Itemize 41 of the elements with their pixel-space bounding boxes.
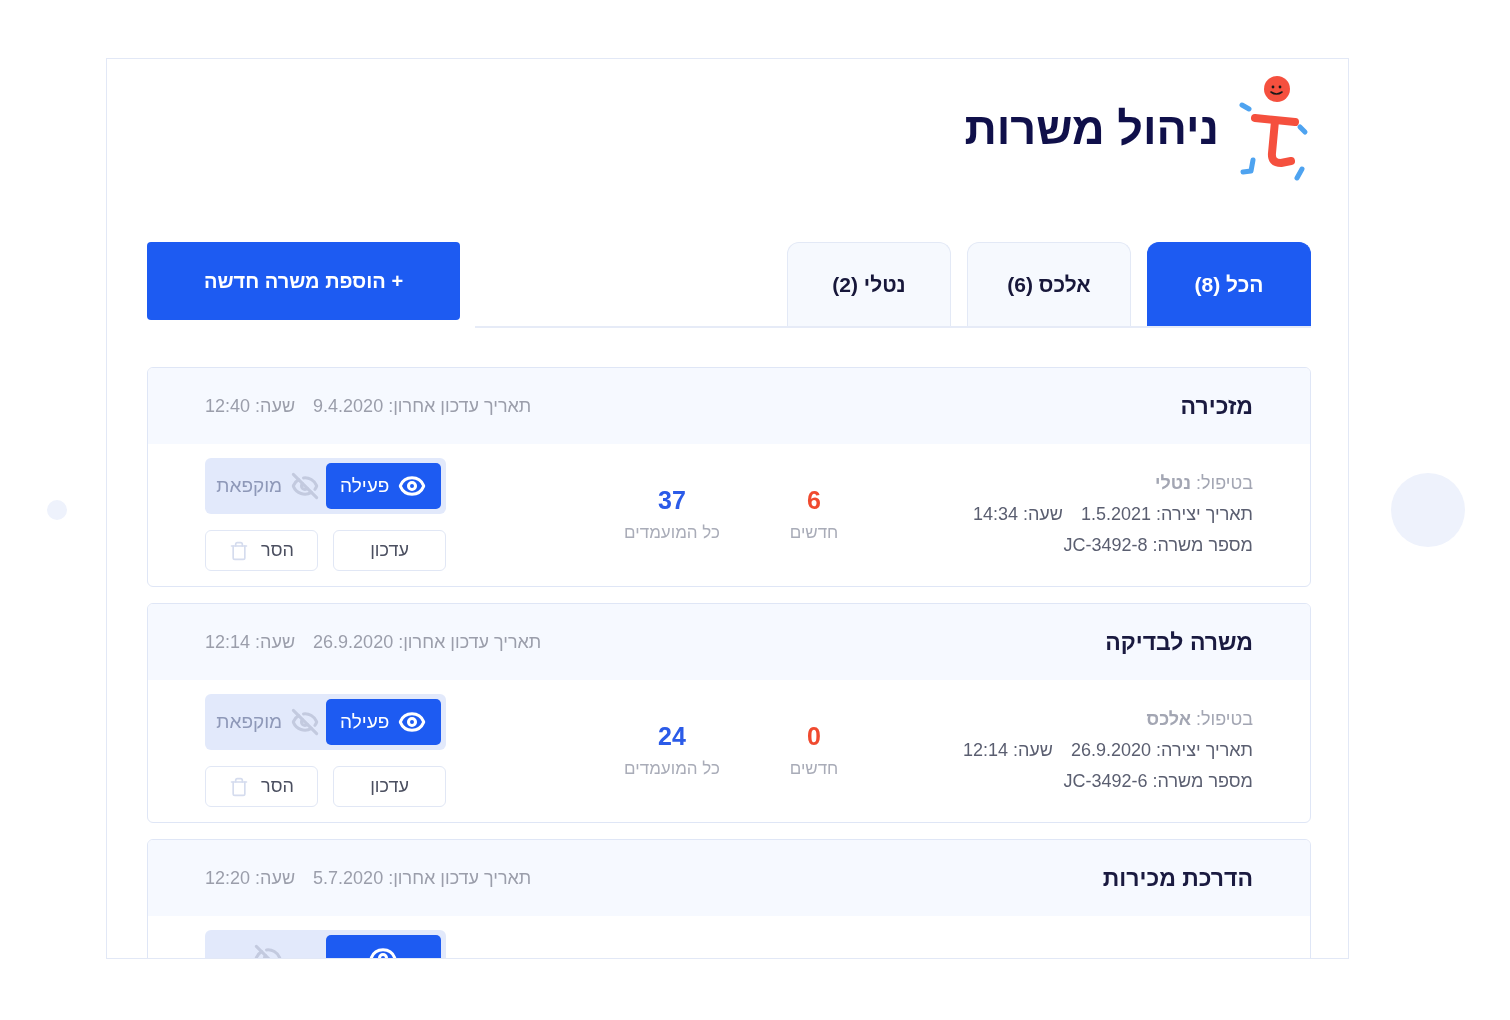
status-option[interactable]: פעילה <box>325 463 441 509</box>
crossed-eye-icon <box>291 708 320 736</box>
assignee-text: בטיפול: אלכס <box>1145 708 1253 731</box>
filter-tab[interactable]: אלכס (6) <box>967 242 1131 326</box>
assignee-text: בטיפול: נטלי <box>1154 472 1253 495</box>
stat-value: 24 <box>658 722 686 751</box>
logo-icon <box>1239 75 1309 183</box>
update-time-text: שעה: 12:14 <box>205 631 296 653</box>
stat-label: חדשים <box>789 523 839 543</box>
crossed-eye-icon <box>291 472 320 500</box>
job-number-text: מספר משרה: JC-3492-8 <box>1062 534 1253 557</box>
creation-time-text: שעה: 14:34 <box>972 503 1063 526</box>
last-update-text: תאריך עדכון אחרון: 26.9.2020 <box>313 631 542 653</box>
trash-icon <box>229 540 250 561</box>
creation-date-text: תאריך יצירה: 26.9.2020 <box>1071 739 1253 762</box>
stat-label: כל המועמדים <box>624 523 720 543</box>
job-title: הדרכת מכירות <box>1102 864 1253 892</box>
update-time-text: שעה: 12:40 <box>205 395 296 417</box>
stat-label: כל המועמדים <box>624 759 720 779</box>
edit-button[interactable]: עדכון <box>333 530 446 571</box>
stat-value: 6 <box>807 486 821 515</box>
creation-date-text: תאריך יצירה: 1.5.2021 <box>1081 503 1253 526</box>
filter-tab[interactable]: הכל (8) <box>1147 242 1311 326</box>
remove-button[interactable]: הסר <box>205 530 318 571</box>
edit-button[interactable]: עדכון <box>333 766 446 807</box>
status-option[interactable]: פעילה <box>325 699 441 745</box>
remove-button[interactable]: הסר <box>205 766 318 807</box>
filter-tab[interactable]: נטלי (2) <box>787 242 951 326</box>
last-update-text: תאריך עדכון אחרון: 9.4.2020 <box>313 395 532 417</box>
add-job-button[interactable]: + הוספת משרה חדשה <box>147 242 460 320</box>
job-title: משרה לבדיקה <box>1105 628 1253 656</box>
stat-value: 0 <box>807 722 821 751</box>
last-update-text: תאריך עדכון אחרון: 5.7.2020 <box>313 867 532 889</box>
stat-label: חדשים <box>789 759 839 779</box>
job-title: מזכירה <box>1180 392 1253 420</box>
job-number-text: מספר משרה: JC-3492-6 <box>1062 770 1253 793</box>
trash-icon <box>229 776 250 797</box>
stat-value: 37 <box>658 486 686 515</box>
page-title: ניהול משרות <box>964 103 1219 155</box>
update-time-text: שעה: 12:20 <box>205 867 296 889</box>
creation-time-text: שעה: 12:14 <box>962 739 1053 762</box>
